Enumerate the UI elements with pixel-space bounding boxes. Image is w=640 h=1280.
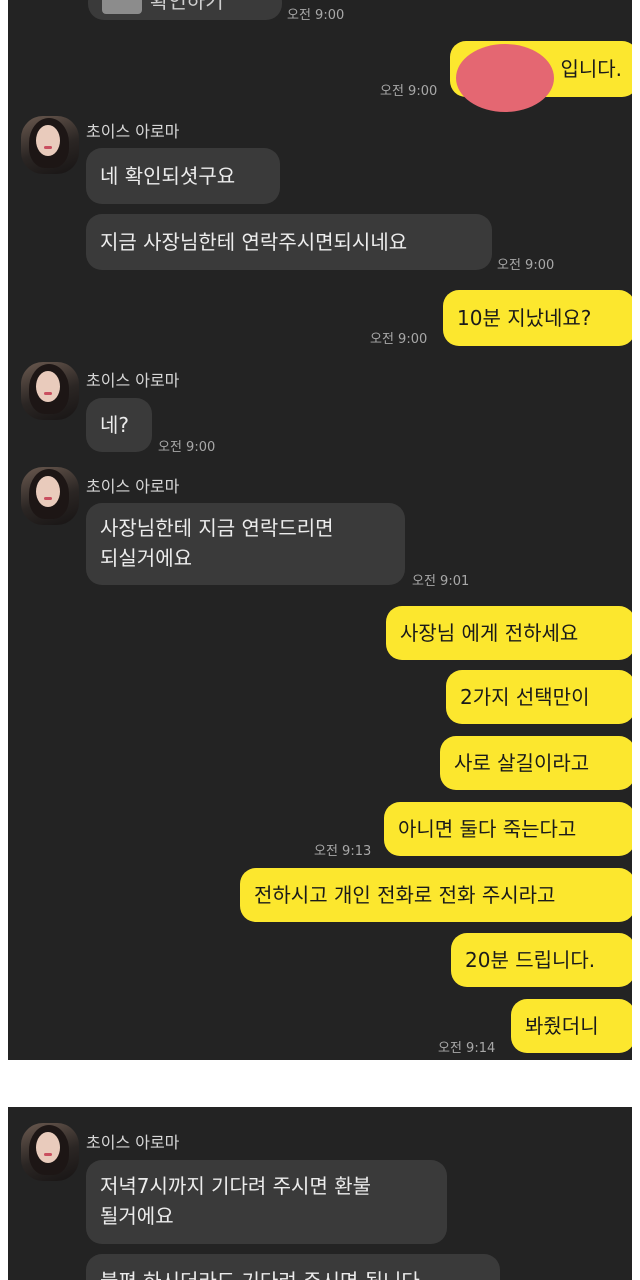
message-text: 전하시고 개인 전화로 전화 주시라고	[254, 883, 556, 907]
message-text-line: 사장님한테 지금 연락드리면	[100, 516, 334, 540]
chat-screenshot-1: 확인하기 오전 9:00 오전 9:00 입니다. 초이스 아로마 네 확인되셧…	[8, 0, 632, 1060]
sender-avatar[interactable]	[21, 1123, 79, 1181]
timestamp: 오전 9:01	[412, 574, 470, 589]
outgoing-message-bubble: 사로 살길이라고	[440, 736, 632, 790]
incoming-message-bubble: 저녁7시까지 기다려 주시면 환불 될거에요	[86, 1160, 447, 1244]
sender-avatar[interactable]	[21, 116, 79, 174]
message-text: 20분 드립니다.	[465, 948, 596, 972]
message-text-line: 될거에요	[100, 1204, 174, 1228]
message-text: 불편 하시더라도 기다려 주시면 됩니다	[100, 1269, 420, 1280]
timestamp: 오전 9:00	[497, 258, 555, 273]
redaction-scribble	[456, 44, 554, 112]
message-text: 지금 사장님한테 연락주시면되시네요	[100, 230, 408, 254]
message-text: 2가지 선택만이	[460, 685, 590, 709]
sender-name: 초이스 아로마	[86, 371, 180, 390]
timestamp: 오전 9:00	[370, 332, 428, 347]
message-text-line: 되실거에요	[100, 546, 192, 570]
message-text: 봐줬더니	[525, 1014, 599, 1038]
sender-avatar[interactable]	[21, 362, 79, 420]
message-text: 10분 지났네요?	[457, 306, 592, 330]
sender-avatar[interactable]	[21, 467, 79, 525]
incoming-message-bubble-partial: 불편 하시더라도 기다려 주시면 됩니다	[86, 1254, 500, 1280]
partial-message-text: 확인하기	[150, 0, 224, 13]
timestamp: 오전 9:00	[158, 440, 216, 455]
timestamp: 오전 9:14	[438, 1041, 496, 1056]
incoming-message-bubble: 네?	[86, 398, 152, 452]
message-text: 아니면 둘다 죽는다고	[398, 817, 577, 841]
timestamp: 오전 9:00	[380, 84, 438, 99]
sender-name: 초이스 아로마	[86, 122, 180, 141]
incoming-message-bubble: 네 확인되셧구요	[86, 148, 280, 204]
incoming-message-bubble: 지금 사장님한테 연락주시면되시네요	[86, 214, 492, 270]
message-text: 입니다.	[560, 57, 622, 81]
outgoing-message-bubble: 2가지 선택만이	[446, 670, 632, 724]
outgoing-message-bubble: 전하시고 개인 전화로 전화 주시라고	[240, 868, 632, 922]
partial-message-bubble: 확인하기	[88, 0, 282, 20]
outgoing-message-bubble: 20분 드립니다.	[451, 933, 632, 987]
thumbnail-placeholder	[102, 0, 142, 14]
chat-screenshot-2: 초이스 아로마 저녁7시까지 기다려 주시면 환불 될거에요 불편 하시더라도 …	[8, 1107, 632, 1280]
incoming-message-bubble: 사장님한테 지금 연락드리면 되실거에요	[86, 503, 405, 585]
sender-name: 초이스 아로마	[86, 477, 180, 496]
sender-name: 초이스 아로마	[86, 1133, 180, 1152]
outgoing-message-bubble: 봐줬더니	[511, 999, 632, 1053]
message-text-line: 저녁7시까지 기다려 주시면 환불	[100, 1174, 371, 1198]
message-text: 네 확인되셧구요	[100, 164, 236, 188]
outgoing-message-bubble: 사장님 에게 전하세요	[386, 606, 632, 660]
message-text: 사로 살길이라고	[454, 751, 590, 775]
message-text: 네?	[100, 413, 130, 437]
outgoing-message-bubble: 10분 지났네요?	[443, 290, 632, 346]
message-text: 사장님 에게 전하세요	[400, 621, 579, 645]
outgoing-message-bubble: 아니면 둘다 죽는다고	[384, 802, 632, 856]
timestamp: 오전 9:00	[287, 8, 345, 23]
timestamp: 오전 9:13	[314, 844, 372, 859]
